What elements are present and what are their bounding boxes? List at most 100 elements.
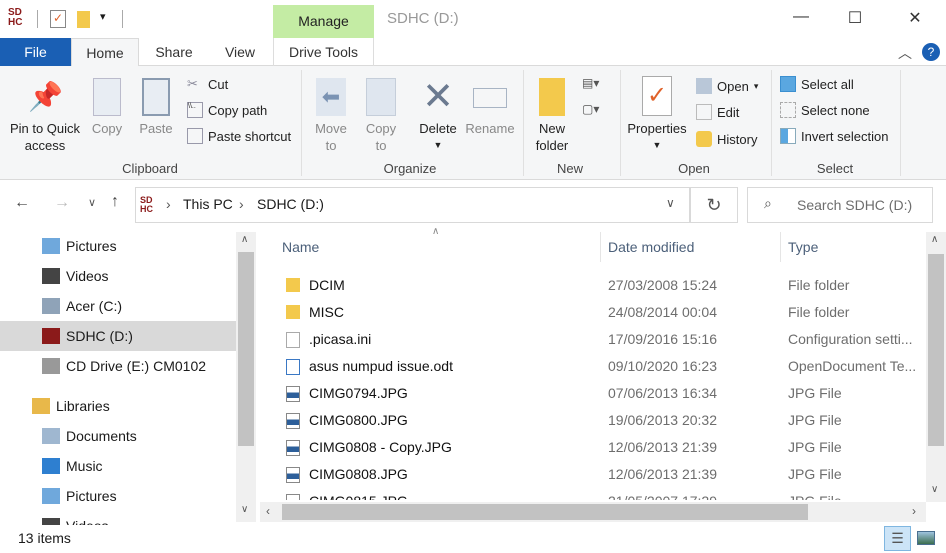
tab-drive-tools[interactable]: Drive Tools bbox=[273, 38, 374, 66]
address-dropdown-chevron-icon[interactable]: ∨ bbox=[666, 196, 675, 210]
select-none-button[interactable]: Select none bbox=[780, 100, 870, 120]
delete-button[interactable]: ✕ Delete ▼ bbox=[416, 78, 460, 154]
copy-path-icon: \\.. bbox=[187, 102, 203, 118]
nav-item-label: Pictures bbox=[66, 488, 117, 504]
nav-item[interactable]: Pictures bbox=[0, 231, 236, 261]
history-button[interactable]: History bbox=[696, 129, 757, 149]
nav-item[interactable]: SDHC (D:) bbox=[0, 321, 236, 351]
nav-item[interactable]: Acer (C:) bbox=[0, 291, 236, 321]
file-row[interactable]: CIMG0808.JPG 12/06/2013 21:39 JPG File bbox=[278, 461, 923, 488]
nav-item[interactable]: Music bbox=[0, 451, 236, 481]
open-button[interactable]: Open ▾ bbox=[696, 76, 758, 96]
sd-card-icon: SD HC bbox=[8, 7, 23, 28]
nav-vertical-scrollbar[interactable]: ∧ ∨ bbox=[236, 232, 256, 522]
file-date-modified: 24/08/2014 00:04 bbox=[608, 304, 717, 320]
select-none-icon bbox=[780, 102, 796, 118]
cut-button[interactable]: ✂ Cut bbox=[187, 74, 228, 94]
properties-quick-icon[interactable]: ✓ bbox=[50, 10, 66, 28]
tab-file[interactable]: File bbox=[0, 38, 71, 66]
file-row[interactable]: MISC 24/08/2014 00:04 File folder bbox=[278, 299, 923, 326]
file-type: OpenDocument Te... bbox=[788, 358, 917, 374]
rename-icon bbox=[473, 88, 507, 108]
column-header-type[interactable]: Type bbox=[788, 232, 918, 262]
recent-locations-chevron-icon[interactable]: ∨ bbox=[88, 196, 96, 209]
invert-selection-button[interactable]: Invert selection bbox=[780, 126, 888, 146]
sd-card-icon: SD HC bbox=[140, 195, 153, 214]
rename-button[interactable]: Rename bbox=[464, 78, 516, 137]
back-arrow-icon[interactable]: ← bbox=[14, 194, 30, 212]
tab-home[interactable]: Home bbox=[71, 38, 139, 67]
properties-check-icon: ✓ bbox=[642, 76, 672, 116]
minimize-button[interactable]: — bbox=[778, 8, 824, 30]
document-file-icon bbox=[286, 359, 300, 375]
move-to-button[interactable]: ⬅ Move to bbox=[310, 78, 352, 154]
copy-button[interactable]: Copy bbox=[86, 78, 128, 137]
file-vertical-scrollbar[interactable]: ∧ ∨ bbox=[926, 232, 946, 502]
collapse-ribbon-icon[interactable]: ︿ bbox=[898, 43, 912, 63]
file-row[interactable]: CIMG0815.JPG 21/05/2007 17:29 JPG File bbox=[278, 488, 923, 500]
new-folder-button[interactable]: New folder bbox=[530, 78, 574, 154]
customize-quick-access-icon[interactable]: ▾ bbox=[100, 10, 106, 23]
up-arrow-icon[interactable]: ↑ bbox=[111, 193, 119, 211]
file-row[interactable]: asus numpud issue.odt 09/10/2020 16:23 Ope… bbox=[278, 353, 923, 380]
easy-access-icon[interactable]: ▢▾ bbox=[582, 102, 599, 116]
nav-item[interactable]: Videos bbox=[0, 261, 236, 291]
properties-button[interactable]: ✓ Properties ▼ bbox=[624, 76, 690, 154]
new-item-icon[interactable]: ▤▾ bbox=[582, 76, 599, 90]
nav-scroll-thumb[interactable] bbox=[238, 252, 254, 446]
edit-button[interactable]: Edit bbox=[696, 102, 739, 122]
tab-share[interactable]: Share bbox=[145, 38, 203, 66]
title-bar: SD HC ✓ ▾ Manage SDHC (D:) — ☐ ✕ bbox=[0, 0, 946, 38]
refresh-button[interactable]: ↻ bbox=[690, 187, 738, 223]
file-name: DCIM bbox=[309, 277, 345, 293]
maximize-button[interactable]: ☐ bbox=[832, 8, 878, 30]
nav-item[interactable]: Documents bbox=[0, 421, 236, 451]
file-row[interactable]: CIMG0808 - Copy.JPG 12/06/2013 21:39 JPG F… bbox=[278, 434, 923, 461]
search-placeholder: Search SDHC (D:) bbox=[797, 197, 913, 213]
details-view-icon[interactable]: ☰ bbox=[884, 526, 911, 551]
nav-item[interactable]: CD Drive (E:) CM0102 bbox=[0, 351, 236, 381]
group-label-organize: Organize bbox=[383, 161, 437, 176]
file-row[interactable]: DCIM 27/03/2008 15:24 File folder bbox=[278, 272, 923, 299]
file-row[interactable]: .picasa.ini 17/09/2016 15:16 Configuration… bbox=[278, 326, 923, 353]
folder-icon bbox=[286, 305, 300, 319]
tab-view[interactable]: View bbox=[214, 38, 266, 66]
close-button[interactable]: ✕ bbox=[892, 8, 938, 30]
file-row[interactable]: CIMG0800.JPG 19/06/2013 20:32 JPG File bbox=[278, 407, 923, 434]
sd-card-icon bbox=[42, 328, 60, 344]
nav-item-label: CD Drive (E:) CM0102 bbox=[66, 358, 207, 374]
horizontal-scrollbar[interactable]: ‹ › bbox=[260, 502, 926, 522]
search-box[interactable]: ⌕ Search SDHC (D:) bbox=[747, 187, 933, 223]
image-file-icon bbox=[286, 440, 300, 456]
file-type: File folder bbox=[788, 304, 850, 320]
help-icon[interactable]: ? bbox=[922, 43, 940, 61]
pin-icon: 📌 bbox=[28, 81, 63, 112]
edit-icon bbox=[696, 104, 712, 120]
select-all-button[interactable]: Select all bbox=[780, 74, 854, 94]
large-icons-view-icon[interactable] bbox=[917, 531, 935, 545]
file-date-modified: 17/09/2016 15:16 bbox=[608, 331, 717, 347]
file-row[interactable]: CIMG0794.JPG 07/06/2013 16:34 JPG File bbox=[278, 380, 923, 407]
column-header-date-modified[interactable]: Date modified bbox=[608, 232, 780, 262]
nav-item[interactable]: Libraries bbox=[0, 391, 236, 421]
paste-button[interactable]: Paste bbox=[136, 78, 176, 137]
group-label-open: Open bbox=[678, 161, 710, 176]
copy-to-button[interactable]: Copy to bbox=[360, 78, 402, 154]
horizontal-scroll-thumb[interactable] bbox=[282, 504, 808, 520]
nav-item-label: Pictures bbox=[66, 238, 117, 254]
new-folder-quick-icon[interactable] bbox=[77, 11, 90, 28]
file-date-modified: 27/03/2008 15:24 bbox=[608, 277, 717, 293]
status-bar: 13 items ☰ bbox=[0, 525, 946, 553]
paste-shortcut-button[interactable]: Paste shortcut bbox=[187, 126, 291, 146]
pin-to-quick-access-button[interactable]: 📌 Pin to Quick access bbox=[6, 78, 84, 154]
address-bar[interactable]: SD HC › This PC › SDHC (D:) ∨ bbox=[135, 187, 690, 223]
nav-item[interactable]: Pictures bbox=[0, 481, 236, 511]
column-header-name[interactable]: Name bbox=[282, 232, 600, 262]
breadcrumb-sdhc[interactable]: SDHC (D:) bbox=[257, 196, 324, 212]
breadcrumb-this-pc[interactable]: This PC bbox=[183, 196, 233, 212]
copy-path-button[interactable]: \\.. Copy path bbox=[187, 100, 267, 120]
forward-arrow-icon[interactable]: → bbox=[54, 194, 70, 212]
file-type: File folder bbox=[788, 277, 850, 293]
file-scroll-thumb[interactable] bbox=[928, 254, 944, 446]
folder-icon bbox=[286, 278, 300, 292]
